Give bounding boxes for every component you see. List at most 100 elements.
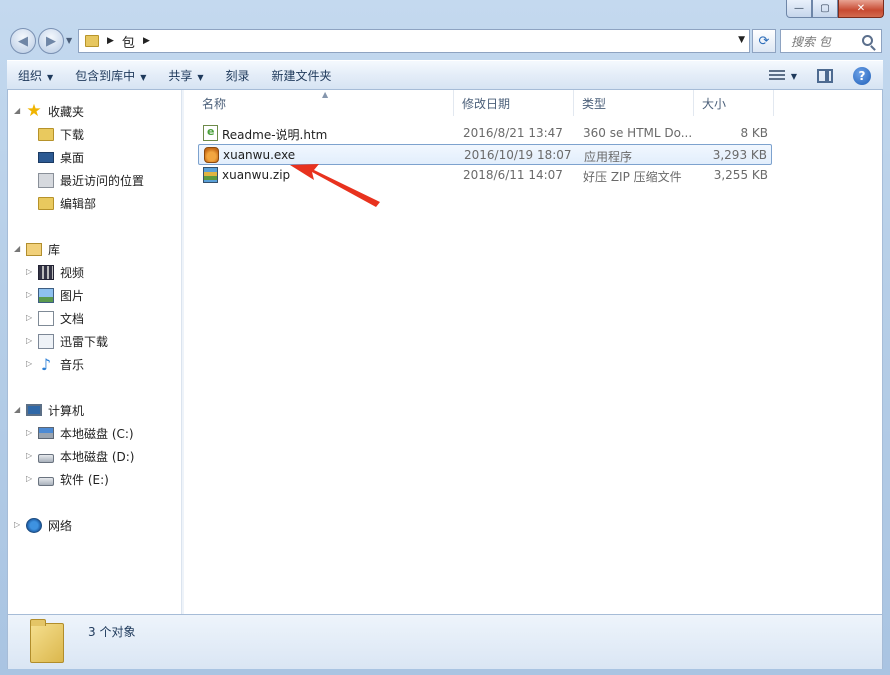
collapse-arrow-icon[interactable]: ▷ [26,313,32,322]
recent-pages-dropdown[interactable]: ▼ [66,36,72,45]
file-date: 2016/8/21 13:47 [463,126,563,140]
collapse-arrow-icon[interactable]: ▷ [14,520,20,529]
sidebar-item-drive-d[interactable]: ▷ 本地磁盘 (D:) [26,445,134,467]
search-icon[interactable] [862,35,873,46]
collapse-arrow-icon[interactable]: ▷ [26,428,32,437]
zip-file-icon [203,167,218,183]
preview-pane-icon[interactable] [817,69,833,83]
system-drive-icon [38,427,54,439]
minimize-button[interactable]: — [786,0,812,18]
command-bar-right: ▼ ? [768,61,883,91]
view-options-icon[interactable] [768,70,785,82]
sidebar-item-downloads[interactable]: 下载 [38,123,84,145]
collapse-arrow-icon[interactable]: ▷ [26,451,32,460]
expand-arrow-icon[interactable]: ◢ [14,106,20,115]
share-label: 共享 [168,68,193,83]
star-icon: ★ [26,100,42,121]
sidebar-item-label: 迅雷下载 [60,334,109,349]
expand-arrow-icon[interactable]: ◢ [14,405,20,414]
command-bar: 组织 ▼ 包含到库中 ▼ 共享 ▼ 刻录 新建文件夹 ▼ ? [7,60,883,90]
folder-icon [38,127,54,141]
chevron-down-icon: ▼ [197,72,204,82]
sidebar-group-network[interactable]: ▷ 网络 [14,514,72,536]
sidebar-item-recent-places[interactable]: 最近访问的位置 [38,169,144,191]
collapse-arrow-icon[interactable]: ▷ [26,474,32,483]
file-size: 8 KB [740,126,768,140]
column-header-size[interactable]: 大小 [694,90,774,116]
collapse-arrow-icon[interactable]: ▷ [26,359,32,368]
sidebar-item-documents[interactable]: ▷ 文档 [26,307,84,329]
close-button[interactable]: ✕ [838,0,884,18]
picture-icon [38,287,54,303]
arrow-left-icon: ◀ [18,33,28,49]
exe-file-icon [204,147,219,163]
sidebar-item-editorial[interactable]: 编辑部 [38,192,96,214]
sidebar-item-label: 图片 [60,288,85,303]
sidebar-group-computer[interactable]: ◢ 计算机 [14,399,84,421]
file-type: 应用程序 [584,150,633,164]
file-name: Readme-说明.htm [222,128,328,142]
music-note-icon: ♪ [40,354,52,374]
forward-button[interactable]: ▶ [38,28,64,54]
file-date: 2018/6/11 14:07 [463,168,563,182]
sidebar-item-thunder-downloads[interactable]: ▷ 迅雷下载 [26,330,108,352]
computer-icon [26,404,42,416]
collapse-arrow-icon[interactable]: ▷ [26,290,32,299]
sidebar-item-label: 软件 (E:) [60,472,109,487]
file-row-selected[interactable]: xuanwu.exe 2016/10/19 18:07 应用程序 3,293 K… [198,144,772,165]
sidebar-group-favorites[interactable]: ◢ ★ 收藏夹 [14,100,84,122]
sidebar-item-label: 编辑部 [60,196,97,211]
folder-icon [38,196,54,210]
recent-places-icon [38,172,54,188]
help-icon[interactable]: ? [853,67,871,85]
new-folder-button[interactable]: 新建文件夹 [261,67,343,84]
back-button[interactable]: ◀ [10,28,36,54]
expand-arrow-icon[interactable]: ◢ [14,244,20,253]
chevron-down-icon: ▼ [47,72,54,82]
sidebar-group-libraries[interactable]: ◢ 库 [14,238,60,260]
breadcrumb-separator-icon[interactable]: ▶ [107,36,114,46]
include-in-library-button[interactable]: 包含到库中 ▼ [64,67,157,84]
file-name: xuanwu.exe [223,148,296,162]
sidebar-item-label: 最近访问的位置 [60,173,145,188]
column-header-date[interactable]: 修改日期 [454,90,574,116]
organize-button[interactable]: 组织 ▼ [7,67,64,84]
address-bar[interactable]: ▶ 包 ▶ ▼ [78,29,750,53]
burn-button[interactable]: 刻录 [215,67,261,84]
download-folder-icon [38,333,54,349]
chevron-down-icon[interactable]: ▼ [738,35,745,45]
sidebar-item-label: 音乐 [60,357,85,372]
share-button[interactable]: 共享 ▼ [157,67,214,84]
htm-file-icon [203,125,218,141]
sidebar-item-desktop[interactable]: 桌面 [38,146,84,168]
search-input[interactable]: 搜索 包 [780,29,882,53]
sidebar-item-videos[interactable]: ▷ 视频 [26,261,84,283]
navigation-row: ◀ ▶ ▼ ▶ 包 ▶ ▼ ⟳ 搜索 包 [0,22,890,56]
organize-label: 组织 [18,68,43,83]
explorer-window: — ▢ ✕ ◀ ▶ ▼ ▶ 包 ▶ ▼ ⟳ 搜索 包 组织 ▼ 包含到库中 ▼ 共享… [0,0,890,675]
sidebar-item-drive-e[interactable]: ▷ 软件 (E:) [26,468,109,490]
collapse-arrow-icon[interactable]: ▷ [26,336,32,345]
view-options-dropdown[interactable]: ▼ [791,72,797,81]
file-size: 3,255 KB [713,168,768,182]
sidebar-group-label: 网络 [48,518,73,533]
main-area: ◢ ★ 收藏夹 下载 桌面 最近访问的位置 编辑部 ◢ 库 ▷ 视频 ▷ 图片 … [7,90,883,614]
collapse-arrow-icon[interactable]: ▷ [26,267,32,276]
sidebar-item-pictures[interactable]: ▷ 图片 [26,284,84,306]
desktop-icon [38,151,54,163]
breadcrumb-current[interactable]: 包 [122,32,135,51]
refresh-button[interactable]: ⟳ [752,29,776,53]
sidebar-item-label: 视频 [60,265,85,280]
breadcrumb-separator-icon[interactable]: ▶ [143,36,150,46]
column-header-type[interactable]: 类型 [574,90,694,116]
maximize-button[interactable]: ▢ [812,0,838,18]
folder-icon [30,619,64,663]
search-placeholder: 搜索 包 [791,34,831,49]
file-row[interactable]: xuanwu.zip 2018/6/11 14:07 好压 ZIP 压缩文件 3… [198,165,772,186]
library-icon [26,242,42,256]
sidebar-item-music[interactable]: ▷ ♪ 音乐 [26,353,84,375]
sidebar-item-drive-c[interactable]: ▷ 本地磁盘 (C:) [26,422,134,444]
file-row[interactable]: Readme-说明.htm 2016/8/21 13:47 360 se HTM… [198,123,772,144]
navigation-pane: ◢ ★ 收藏夹 下载 桌面 最近访问的位置 编辑部 ◢ 库 ▷ 视频 ▷ 图片 … [8,90,182,614]
sidebar-item-label: 桌面 [60,150,85,165]
